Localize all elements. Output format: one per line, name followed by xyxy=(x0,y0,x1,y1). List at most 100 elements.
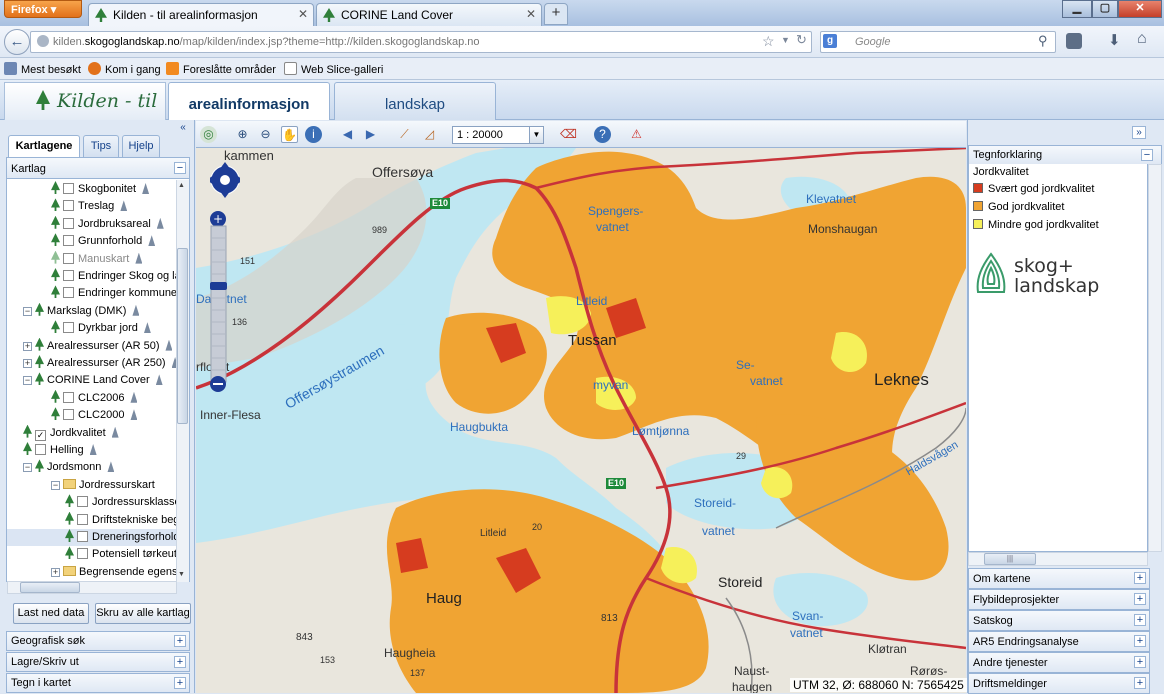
zoom-slider[interactable]: + xyxy=(210,158,240,394)
turn-off-layers-button[interactable]: Skru av alle kartlag xyxy=(95,603,191,624)
tab-arealinformasjon[interactable]: arealinformasjon xyxy=(168,82,330,120)
accordion-lagre-skriv-ut[interactable]: Lagre/Skriv ut + xyxy=(6,652,190,672)
expand-icon[interactable]: + xyxy=(1134,572,1146,584)
home-icon[interactable]: ⌂ xyxy=(1137,30,1147,48)
browser-tab-corine[interactable]: CORINE Land Cover ✕ xyxy=(316,3,542,26)
accordion-om-kartene[interactable]: Om kartene + xyxy=(968,568,1150,589)
accordion-tegn-i-kartet[interactable]: Tegn i kartet + xyxy=(6,673,190,693)
layer-tree-item[interactable]: Grunnforhold xyxy=(7,233,177,250)
collapse-section-icon[interactable]: − xyxy=(174,162,186,174)
expand-toggle-icon[interactable]: − xyxy=(23,376,32,386)
legend-vertical-scrollbar[interactable] xyxy=(1148,164,1162,552)
layer-info-icon[interactable] xyxy=(111,426,119,438)
layer-checkbox[interactable] xyxy=(63,391,74,403)
expand-icon[interactable]: + xyxy=(1134,593,1146,605)
expand-toggle-icon[interactable]: + xyxy=(23,359,32,368)
layer-checkbox[interactable] xyxy=(77,531,88,542)
tab-hjelp[interactable]: Hjelp xyxy=(122,135,160,157)
previous-extent-icon[interactable]: ◀ xyxy=(339,126,356,143)
back-arrow-icon[interactable]: ← xyxy=(4,29,30,55)
layer-tree-item[interactable]: Jordbruksareal xyxy=(7,215,177,233)
dropdown-arrow-icon[interactable]: ▼ xyxy=(781,35,790,45)
layer-info-icon[interactable] xyxy=(130,409,138,421)
layer-tree-item[interactable]: ✓ Jordkvalitet xyxy=(7,424,177,442)
accordion-geografisk-sok[interactable]: Geografisk søk + xyxy=(6,631,190,651)
layer-checkbox[interactable] xyxy=(63,252,74,264)
addon-icon[interactable] xyxy=(1066,33,1082,49)
warning-icon[interactable]: ⚠ xyxy=(628,126,645,143)
expand-toggle-icon[interactable]: + xyxy=(23,341,32,351)
layer-tree-item[interactable]: Driftstekniske begr xyxy=(7,511,183,529)
next-extent-icon[interactable]: ▶ xyxy=(362,126,379,143)
legend-hscroll-thumb[interactable]: ||| xyxy=(984,553,1036,565)
chevron-down-icon[interactable]: ▼ xyxy=(529,127,543,143)
layer-tree-item[interactable]: − Jordsmonn xyxy=(7,459,177,476)
layer-checkbox[interactable] xyxy=(63,183,74,194)
layer-tree-item[interactable]: Treslag xyxy=(7,198,177,215)
help-icon[interactable]: ? xyxy=(594,126,611,143)
download-icon[interactable]: ⬇ xyxy=(1108,31,1121,49)
layer-checkbox[interactable] xyxy=(63,287,74,299)
layer-tree-item[interactable]: + Arealressurser (AR 50) xyxy=(7,337,177,355)
layer-tree-item[interactable]: Endringer Skog og lar xyxy=(7,268,184,285)
tab-landskap[interactable]: landskap xyxy=(334,82,496,120)
measure-length-icon[interactable]: ⟋ xyxy=(396,126,413,143)
collapse-legend-icon[interactable]: − xyxy=(1141,149,1153,161)
layer-tree-item[interactable]: Skogbonitet xyxy=(7,181,177,198)
bookmark-foreslatte[interactable]: Foreslåtte områder xyxy=(166,62,276,76)
layer-info-icon[interactable] xyxy=(132,304,140,316)
accordion-ar5[interactable]: AR5 Endringsanalyse + xyxy=(968,631,1150,652)
close-tab-icon[interactable]: ✕ xyxy=(526,7,536,21)
collapse-right-icon[interactable]: » xyxy=(1132,126,1146,139)
expand-icon[interactable]: + xyxy=(174,677,186,689)
minimize-window-button[interactable]: ▁ xyxy=(1062,0,1092,18)
expand-toggle-icon[interactable]: − xyxy=(51,480,60,490)
layer-tree-item[interactable]: Endringer kommune xyxy=(7,285,189,302)
firefox-menu-button[interactable]: Firefox ▾ xyxy=(4,0,82,18)
layer-tree-item[interactable]: Potensiell tørkeuts xyxy=(7,546,189,563)
layer-info-icon[interactable] xyxy=(189,514,190,525)
tree-hscroll-thumb[interactable] xyxy=(20,582,80,593)
expand-icon[interactable]: + xyxy=(174,656,186,668)
accordion-flybildeprosjekter[interactable]: Flybildeprosjekter + xyxy=(968,589,1150,610)
accordion-andre-tjenester[interactable]: Andre tjenester + xyxy=(968,652,1150,673)
layer-checkbox[interactable]: ✓ xyxy=(35,429,46,441)
layer-checkbox[interactable] xyxy=(63,409,74,421)
reload-icon[interactable]: ↻ xyxy=(796,32,807,48)
layer-info-icon[interactable] xyxy=(165,339,173,351)
bookmark-star-icon[interactable]: ☆ xyxy=(762,33,775,50)
layer-checkbox[interactable] xyxy=(77,513,88,525)
layer-tree-item[interactable]: − CORINE Land Cover xyxy=(7,372,177,389)
layer-info-icon[interactable] xyxy=(135,252,143,264)
accordion-driftsmeldinger[interactable]: Driftsmeldinger + xyxy=(968,673,1150,694)
zoom-in-icon[interactable]: ⊕ xyxy=(234,126,251,143)
zoom-extent-icon[interactable]: ◎ xyxy=(200,126,217,143)
expand-icon[interactable]: + xyxy=(174,635,186,647)
close-window-button[interactable]: ✕ xyxy=(1118,0,1162,18)
expand-toggle-icon[interactable]: − xyxy=(23,463,32,473)
expand-icon[interactable]: + xyxy=(1134,656,1146,668)
new-tab-button[interactable]: + xyxy=(544,3,568,25)
tab-kartlagene[interactable]: Kartlagene xyxy=(8,135,80,157)
layer-tree-item[interactable]: − Jordressurskart xyxy=(7,477,177,494)
scroll-down-icon[interactable]: ▼ xyxy=(178,571,185,578)
layer-tree-item[interactable]: Dyrkbar jord xyxy=(7,320,177,337)
layer-info-icon[interactable] xyxy=(130,391,138,403)
map-canvas[interactable]: kammen Offersøya E10 E10 Spengers- vatne… xyxy=(196,148,966,693)
url-bar[interactable]: kilden.skogoglandskap.no/map/kilden/inde… xyxy=(30,31,812,53)
layer-info-icon[interactable] xyxy=(143,322,151,334)
browser-tab-kilden[interactable]: Kilden - til arealinformasjon ✕ xyxy=(88,3,314,26)
layer-checkbox[interactable] xyxy=(63,217,74,229)
bookmark-mest-besokt[interactable]: Mest besøkt xyxy=(4,62,81,76)
layer-checkbox[interactable] xyxy=(77,496,88,508)
layer-info-icon[interactable] xyxy=(120,200,128,212)
layer-tree-item[interactable]: + Begrensende egensk xyxy=(7,564,183,581)
tree-scroll-thumb[interactable] xyxy=(177,248,188,424)
scroll-up-icon[interactable]: ▲ xyxy=(178,182,185,189)
layer-tree-item[interactable]: Dreneringsforhold xyxy=(7,529,189,546)
layer-info-icon[interactable] xyxy=(142,183,150,194)
bookmark-web-slice[interactable]: Web Slice-galleri xyxy=(284,62,383,76)
layer-checkbox[interactable] xyxy=(63,322,74,334)
expand-icon[interactable]: + xyxy=(1134,614,1146,626)
layer-info-icon[interactable] xyxy=(156,217,164,229)
